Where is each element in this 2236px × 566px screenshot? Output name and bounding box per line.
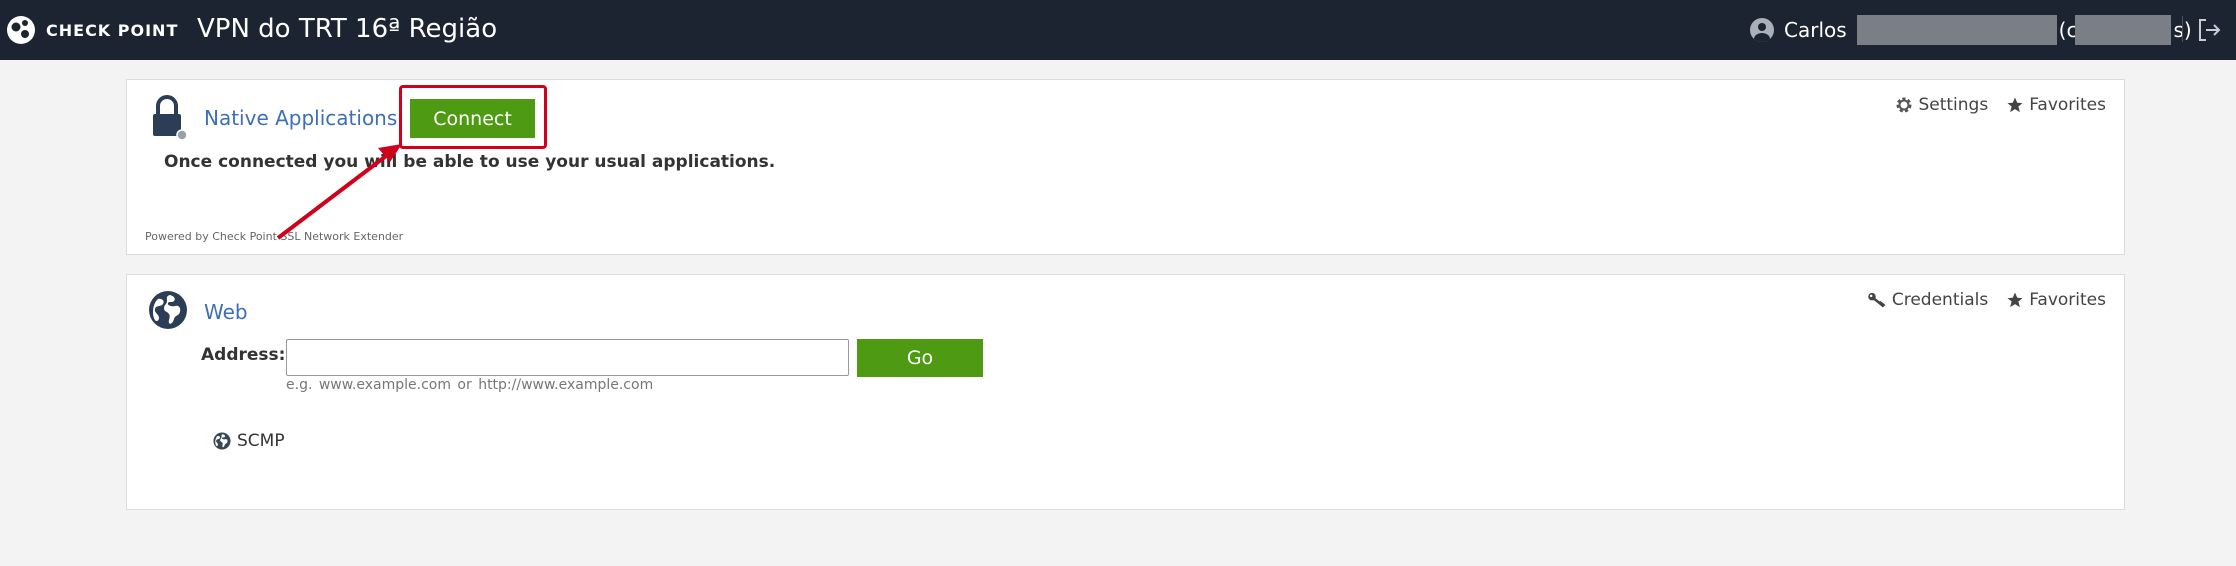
gear-icon bbox=[1896, 97, 1912, 113]
favorites-link-native[interactable]: Favorites bbox=[2006, 95, 2106, 115]
connect-button[interactable]: Connect bbox=[410, 99, 535, 138]
web-actions: Credentials Favorites bbox=[1867, 290, 2106, 310]
checkpoint-logo[interactable]: CHECK POINT bbox=[6, 12, 178, 48]
page-title: VPN do TRT 16ª Região bbox=[197, 14, 498, 44]
web-title[interactable]: Web bbox=[204, 300, 248, 324]
user-first-name: Carlos bbox=[1784, 18, 1847, 42]
favorites-label: Favorites bbox=[2029, 95, 2106, 115]
powered-by-text: Powered by Check Point SSL Network Exten… bbox=[145, 230, 404, 243]
favorites-link-web[interactable]: Favorites bbox=[2006, 290, 2106, 310]
favorites-label: Favorites bbox=[2029, 290, 2106, 310]
lock-icon bbox=[149, 94, 189, 147]
web-panel: Web Address: Go e.g. www.example.com or … bbox=[126, 274, 2125, 510]
settings-label: Settings bbox=[1918, 95, 1989, 115]
native-applications-title[interactable]: Native Applications bbox=[204, 106, 397, 130]
address-hint: e.g. www.example.com or http://www.examp… bbox=[286, 377, 654, 393]
star-icon bbox=[2007, 292, 2023, 308]
key-icon bbox=[1868, 292, 1886, 308]
credentials-label: Credentials bbox=[1891, 290, 1989, 310]
native-applications-panel: Native Applications Connect Once connect… bbox=[126, 79, 2125, 255]
checkpoint-logo-icon bbox=[6, 15, 36, 45]
logout-icon[interactable] bbox=[2196, 17, 2222, 43]
go-button[interactable]: Go bbox=[857, 339, 983, 377]
top-bar: CHECK POINT VPN do TRT 16ª Região Carlos… bbox=[0, 0, 2236, 60]
native-apps-actions: Settings Favorites bbox=[1895, 95, 2106, 115]
native-apps-description: Once connected you will be able to use y… bbox=[164, 152, 776, 172]
settings-link[interactable]: Settings bbox=[1895, 95, 1988, 115]
redacted-name bbox=[1856, 15, 2057, 45]
logo-text: CHECK POINT bbox=[46, 20, 179, 40]
user-icon bbox=[1750, 18, 1774, 42]
globe-icon bbox=[213, 432, 231, 450]
bookmark-scmp[interactable]: SCMP bbox=[213, 431, 285, 451]
star-icon bbox=[2007, 97, 2023, 113]
user-menu[interactable]: Carlos (c s) bbox=[1750, 13, 2192, 47]
bookmark-label: SCMP bbox=[237, 431, 285, 451]
header-divider bbox=[2182, 16, 2183, 42]
redacted-login bbox=[2075, 15, 2172, 45]
address-label: Address: bbox=[201, 345, 286, 365]
credentials-link[interactable]: Credentials bbox=[1867, 290, 1988, 310]
address-input[interactable] bbox=[286, 339, 849, 376]
globe-icon bbox=[148, 290, 188, 335]
